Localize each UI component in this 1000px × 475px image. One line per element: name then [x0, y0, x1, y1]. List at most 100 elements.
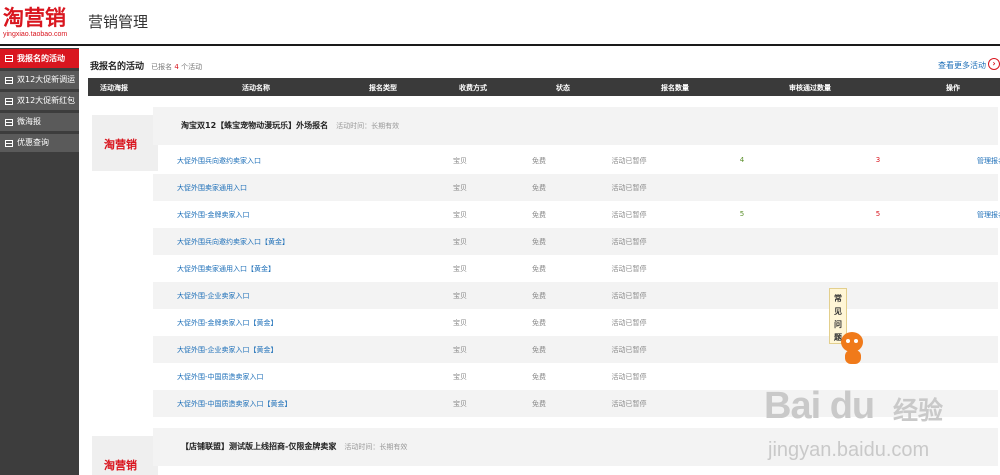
row-fee: 免费 — [532, 400, 546, 408]
sidebar-item-0[interactable]: 我报名的活动 — [0, 49, 79, 68]
row-approved-count: 5 — [875, 210, 881, 218]
activity-poster[interactable]: 淘营销 — [92, 115, 158, 171]
sidebar-item-label: 双12大促新调运 — [17, 75, 76, 84]
table-row: 大促外围卖家通用入口【黄金】 宝贝 免费 活动已暂停 — [153, 255, 998, 282]
poster-logo-text: 淘营销 — [104, 459, 137, 472]
table-header: 活动海报 活动名称 报名类型 收费方式 状态 报名数量 审核通过数量 操作 — [88, 78, 1000, 96]
table-row: 大促外围-金牌卖家入口【黄金】 宝贝 免费 活动已暂停 — [153, 309, 998, 336]
calendar-icon — [5, 55, 13, 62]
row-status: 活动已暂停 — [611, 319, 647, 327]
row-name-link[interactable]: 大促外围-中国质造卖家入口 — [177, 372, 264, 382]
sidebar-item-label: 微海报 — [17, 117, 41, 126]
row-signup-count: 5 — [739, 210, 745, 218]
faq-char: 问 — [834, 320, 842, 329]
baidu-jingyan-watermark: Bai du 经验 jingyan.baidu.com — [764, 385, 944, 461]
row-status: 活动已暂停 — [611, 211, 647, 219]
row-type: 宝贝 — [453, 319, 467, 327]
manage-signup-link[interactable]: 管理报名 — [977, 156, 1000, 166]
row-name-link[interactable]: 大促外围-中国质造卖家入口【黄金】 — [177, 399, 292, 409]
top-header: 淘营销 yingxiao.taobao.com 营销管理 — [0, 0, 1000, 46]
table-row: 大促外围-金牌卖家入口 宝贝 免费 活动已暂停 5 5 管理报名 — [153, 201, 1000, 228]
column-header: 操作 — [946, 84, 960, 92]
row-fee: 免费 — [532, 346, 546, 354]
table-row: 大促外围兵向邀约卖家入口【黄金】 宝贝 免费 活动已暂停 — [153, 228, 998, 255]
column-header: 报名数量 — [661, 84, 689, 92]
row-name-link[interactable]: 大促外围卖家通用入口【黄金】 — [177, 264, 275, 274]
sidebar: 我报名的活动双12大促新调运双12大促新红包微海报优惠查询 — [0, 48, 79, 475]
row-status: 活动已暂停 — [611, 400, 647, 408]
sidebar-item-4[interactable]: 优惠查询 — [0, 134, 79, 152]
chevron-right-icon[interactable]: › — [988, 58, 1000, 70]
activity-title: 【店铺联盟】测试版上线招商-仅限金牌卖家 活动时间：长期有效 — [181, 442, 408, 451]
row-type: 宝贝 — [453, 184, 467, 192]
row-status: 活动已暂停 — [611, 238, 647, 246]
row-name-link[interactable]: 大促外围-金牌卖家入口【黄金】 — [177, 318, 278, 328]
activity-poster[interactable]: 淘营销 — [92, 436, 158, 475]
table-row: 大促外围-企业卖家入口【黄金】 宝贝 免费 活动已暂停 — [153, 336, 998, 363]
logo-url: yingxiao.taobao.com — [3, 31, 68, 38]
row-status: 活动已暂停 — [611, 157, 647, 165]
section-header: 我报名的活动 已报名 4 个活动 查看更多活动 › — [88, 58, 1000, 72]
row-type: 宝贝 — [453, 265, 467, 273]
row-name-link[interactable]: 大促外围卖家通用入口 — [177, 183, 247, 193]
row-fee: 免费 — [532, 373, 546, 381]
calendar-icon — [5, 97, 13, 105]
activity-group-header: 淘宝双12【蛛宝宠物动漫玩乐】外场报名 活动时间：长期有效 — [153, 107, 998, 145]
column-header: 收费方式 — [459, 84, 487, 92]
row-approved-count: 3 — [875, 156, 881, 164]
row-status: 活动已暂停 — [611, 265, 647, 273]
section-title: 我报名的活动 已报名 4 个活动 — [90, 59, 202, 72]
row-name-link[interactable]: 大促外围-企业卖家入口【黄金】 — [177, 345, 278, 355]
row-fee: 免费 — [532, 157, 546, 165]
activity-title: 淘宝双12【蛛宝宠物动漫玩乐】外场报名 活动时间：长期有效 — [181, 121, 400, 130]
row-status: 活动已暂停 — [611, 373, 647, 381]
row-type: 宝贝 — [453, 157, 467, 165]
column-header: 活动名称 — [242, 84, 270, 92]
logo-text: 淘营销 — [3, 6, 66, 30]
row-fee: 免费 — [532, 184, 546, 192]
column-header: 报名类型 — [369, 84, 397, 92]
page-title: 营销管理 — [88, 13, 149, 31]
row-type: 宝贝 — [453, 292, 467, 300]
row-signup-count: 4 — [739, 156, 745, 164]
section-title-text: 我报名的活动 — [90, 62, 145, 72]
sidebar-item-2[interactable]: 双12大促新红包 — [0, 92, 79, 110]
more-activities-link[interactable]: 查看更多活动 — [938, 60, 986, 71]
sidebar-item-label: 我报名的活动 — [17, 53, 65, 63]
sidebar-item-label: 优惠查询 — [17, 138, 49, 147]
row-name-link[interactable]: 大促外围兵向邀约卖家入口【黄金】 — [177, 237, 289, 247]
calendar-icon — [5, 139, 13, 147]
row-name-link[interactable]: 大促外围-金牌卖家入口 — [177, 210, 250, 220]
row-type: 宝贝 — [453, 238, 467, 246]
row-fee: 免费 — [532, 292, 546, 300]
activity-time: 活动时间：长期有效 — [336, 122, 400, 130]
row-name-link[interactable]: 大促外围-企业卖家入口 — [177, 291, 250, 301]
row-status: 活动已暂停 — [611, 184, 647, 192]
row-fee: 免费 — [532, 319, 546, 327]
row-name-link[interactable]: 大促外围兵向邀约卖家入口 — [177, 156, 261, 166]
row-status: 活动已暂停 — [611, 346, 647, 354]
activity-time: 活动时间：长期有效 — [344, 443, 408, 451]
sidebar-item-3[interactable]: 微海报 — [0, 113, 79, 131]
row-fee: 免费 — [532, 238, 546, 246]
row-status: 活动已暂停 — [611, 292, 647, 300]
manage-signup-link[interactable]: 管理报名 — [977, 210, 1000, 220]
row-type: 宝贝 — [453, 373, 467, 381]
taoyingxiao-logo[interactable]: 淘营销 yingxiao.taobao.com — [3, 6, 83, 39]
mascot-icon[interactable] — [838, 332, 868, 366]
table-row: 大促外围卖家通用入口 宝贝 免费 活动已暂停 — [153, 174, 998, 201]
faq-char: 常 — [834, 294, 842, 303]
calendar-icon — [5, 118, 13, 126]
row-fee: 免费 — [532, 265, 546, 273]
sidebar-item-1[interactable]: 双12大促新调运 — [0, 71, 79, 89]
table-row: 大促外围兵向邀约卖家入口 宝贝 免费 活动已暂停 4 3 管理报名 — [153, 147, 1000, 174]
column-header: 审核通过数量 — [789, 84, 831, 92]
faq-char: 见 — [834, 307, 842, 316]
row-type: 宝贝 — [453, 211, 467, 219]
signup-count: 已报名 4 个活动 — [151, 63, 203, 71]
table-row: 大促外围-企业卖家入口 宝贝 免费 活动已暂停 — [153, 282, 998, 309]
row-type: 宝贝 — [453, 400, 467, 408]
row-type: 宝贝 — [453, 346, 467, 354]
calendar-icon — [5, 76, 13, 84]
column-header: 活动海报 — [100, 84, 128, 92]
